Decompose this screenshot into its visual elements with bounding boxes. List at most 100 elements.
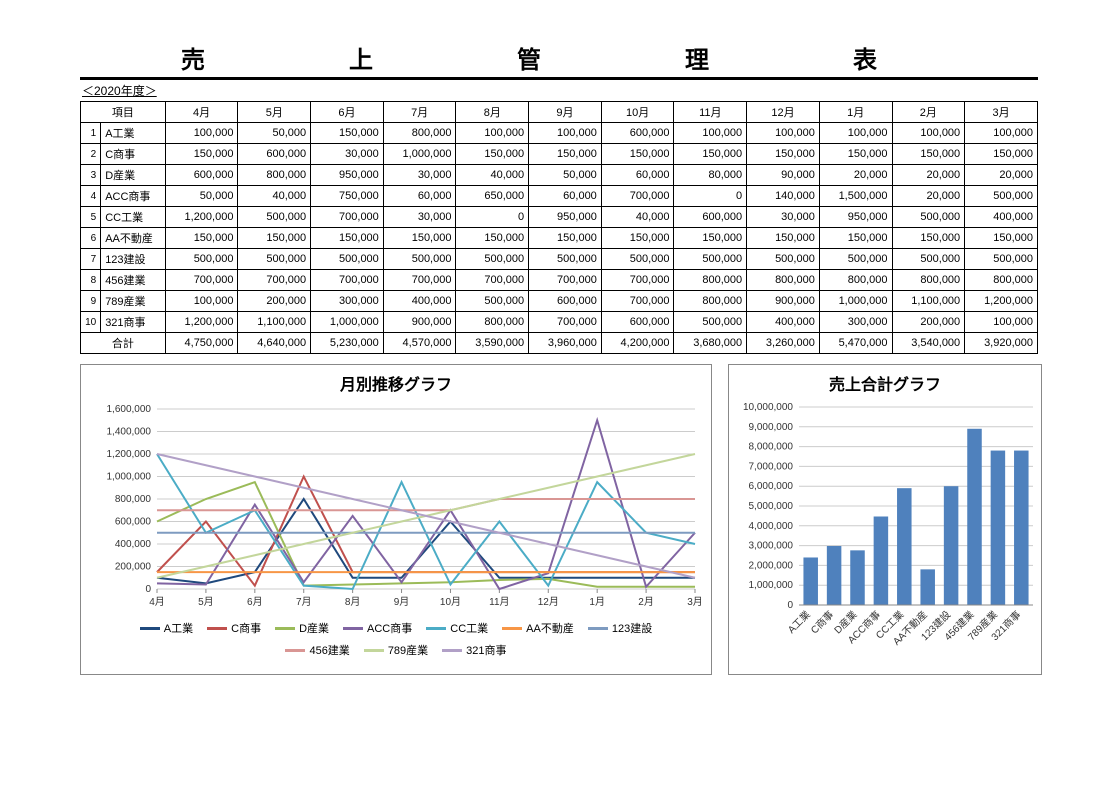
legend-item: 321商事 (442, 642, 506, 658)
legend-swatch (442, 649, 462, 652)
row-name: AA不動産 (101, 228, 166, 249)
svg-text:10月: 10月 (440, 596, 461, 608)
bar-chart-title: 売上合計グラフ (735, 371, 1035, 395)
cell-value: 800,000 (747, 270, 820, 291)
legend-swatch (207, 627, 227, 630)
legend-item: ACC商事 (343, 620, 412, 636)
legend-swatch (364, 649, 384, 652)
svg-text:600,000: 600,000 (115, 517, 152, 528)
cell-value: 500,000 (238, 249, 311, 270)
col-header-month: 5月 (238, 102, 311, 123)
svg-text:10,000,000: 10,000,000 (743, 402, 793, 413)
cell-value: 700,000 (311, 207, 384, 228)
cell-value: 300,000 (819, 312, 892, 333)
cell-value: 700,000 (601, 291, 674, 312)
svg-text:7月: 7月 (296, 596, 312, 608)
cell-value: 600,000 (529, 291, 602, 312)
svg-text:9,000,000: 9,000,000 (749, 422, 794, 433)
table-row: 2C商事150,000600,00030,0001,000,000150,000… (81, 144, 1038, 165)
cell-value: 500,000 (383, 249, 456, 270)
cell-value: 1,200,000 (165, 207, 238, 228)
legend-item: CC工業 (426, 620, 488, 636)
cell-value: 500,000 (965, 186, 1038, 207)
legend-swatch (426, 627, 446, 630)
cell-value: 100,000 (965, 312, 1038, 333)
cell-value: 30,000 (383, 207, 456, 228)
cell-value: 150,000 (965, 144, 1038, 165)
svg-text:1,200,000: 1,200,000 (107, 449, 152, 460)
line-chart-title: 月別推移グラフ (87, 371, 705, 395)
cell-value: 150,000 (674, 228, 747, 249)
cell-value: 500,000 (674, 249, 747, 270)
cell-value: 20,000 (892, 186, 965, 207)
legend-item: A工業 (140, 620, 193, 636)
legend-label: 321商事 (466, 642, 506, 658)
cell-value: 60,000 (601, 165, 674, 186)
cell-value: 1,200,000 (965, 291, 1038, 312)
cell-value: 30,000 (383, 165, 456, 186)
cell-value: 30,000 (311, 144, 384, 165)
col-header-month: 7月 (383, 102, 456, 123)
col-header-month: 3月 (965, 102, 1038, 123)
cell-value: 600,000 (601, 312, 674, 333)
legend-label: ACC商事 (367, 620, 412, 636)
col-header-month: 9月 (529, 102, 602, 123)
cell-value: 1,100,000 (892, 291, 965, 312)
cell-value: 100,000 (819, 123, 892, 144)
table-row: 9789産業100,000200,000300,000400,000500,00… (81, 291, 1038, 312)
col-header-month: 4月 (165, 102, 238, 123)
svg-text:2,000,000: 2,000,000 (749, 560, 794, 571)
cell-value: 700,000 (601, 186, 674, 207)
cell-value: 100,000 (892, 123, 965, 144)
cell-value: 50,000 (529, 165, 602, 186)
cell-value: 800,000 (819, 270, 892, 291)
cell-value: 140,000 (747, 186, 820, 207)
row-name: A工業 (101, 123, 166, 144)
sales-table: 項目4月5月6月7月8月9月10月11月12月1月2月3月 1A工業100,00… (80, 101, 1038, 354)
svg-text:3月: 3月 (687, 596, 703, 608)
cell-value: 700,000 (601, 270, 674, 291)
cell-value: 40,000 (238, 186, 311, 207)
legend-label: A工業 (164, 620, 193, 636)
table-row: 6AA不動産150,000150,000150,000150,000150,00… (81, 228, 1038, 249)
cell-value: 500,000 (892, 207, 965, 228)
total-value: 3,960,000 (529, 333, 602, 354)
table-row: 1A工業100,00050,000150,000800,000100,00010… (81, 123, 1038, 144)
total-value: 3,260,000 (747, 333, 820, 354)
svg-text:8,000,000: 8,000,000 (749, 442, 794, 453)
svg-text:7,000,000: 7,000,000 (749, 461, 794, 472)
line-chart-box: 月別推移グラフ 0200,000400,000600,000800,0001,0… (80, 364, 712, 675)
cell-value: 950,000 (311, 165, 384, 186)
cell-value: 500,000 (892, 249, 965, 270)
svg-text:A工業: A工業 (785, 608, 813, 636)
cell-value: 150,000 (238, 228, 311, 249)
cell-value: 150,000 (601, 144, 674, 165)
cell-value: 150,000 (965, 228, 1038, 249)
cell-value: 400,000 (383, 291, 456, 312)
svg-text:6,000,000: 6,000,000 (749, 481, 794, 492)
cell-value: 650,000 (456, 186, 529, 207)
cell-value: 60,000 (383, 186, 456, 207)
cell-value: 100,000 (674, 123, 747, 144)
cell-value: 1,200,000 (165, 312, 238, 333)
row-index: 1 (81, 123, 101, 144)
row-name: 456建業 (101, 270, 166, 291)
cell-value: 950,000 (819, 207, 892, 228)
col-header-month: 10月 (601, 102, 674, 123)
cell-value: 150,000 (529, 228, 602, 249)
cell-value: 150,000 (819, 228, 892, 249)
cell-value: 800,000 (456, 312, 529, 333)
row-name: C商事 (101, 144, 166, 165)
row-name: 789産業 (101, 291, 166, 312)
cell-value: 100,000 (747, 123, 820, 144)
legend-label: D産業 (299, 620, 329, 636)
cell-value: 100,000 (529, 123, 602, 144)
cell-value: 150,000 (747, 228, 820, 249)
cell-value: 150,000 (674, 144, 747, 165)
total-value: 4,640,000 (238, 333, 311, 354)
svg-text:11月: 11月 (489, 596, 509, 608)
year-label: ＜2020年度＞ (80, 82, 1038, 99)
legend-label: CC工業 (450, 620, 488, 636)
cell-value: 500,000 (238, 207, 311, 228)
total-value: 4,570,000 (383, 333, 456, 354)
